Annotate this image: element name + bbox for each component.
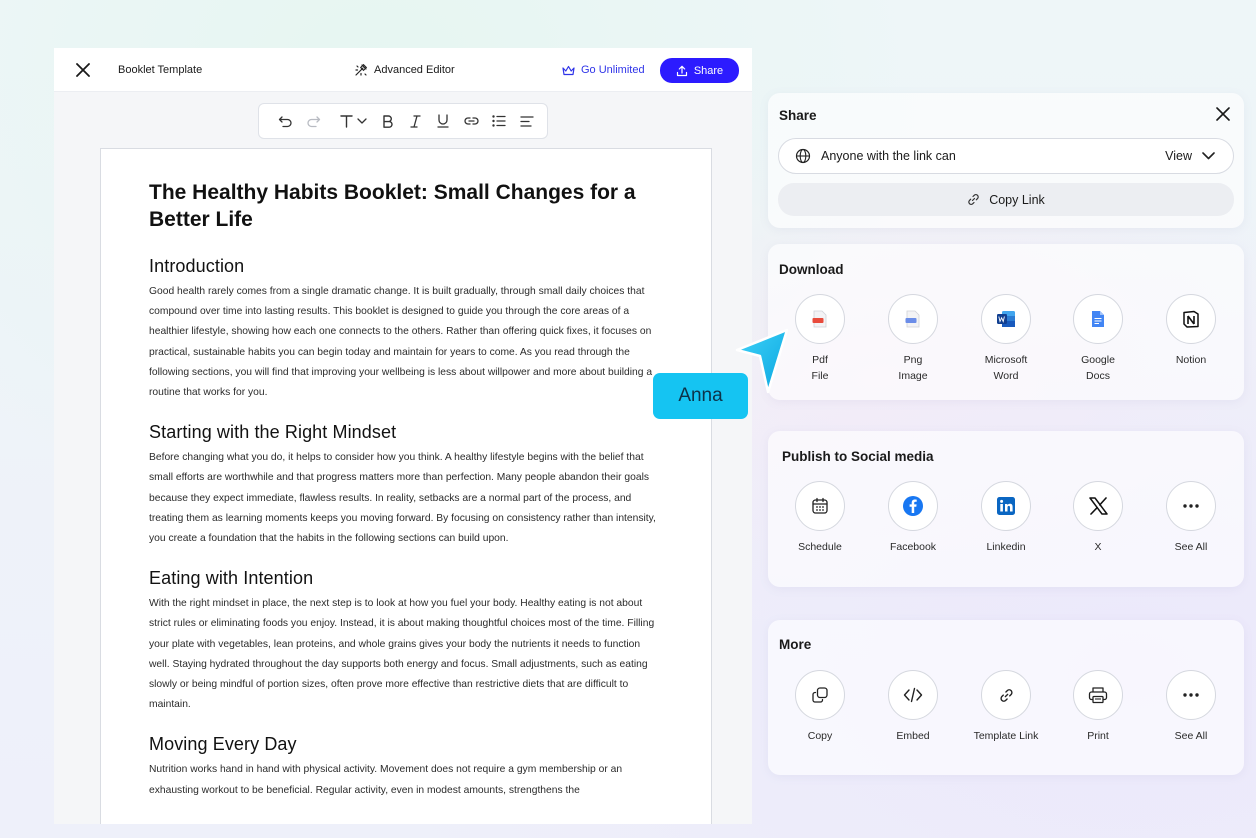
more-see-all-label: See All: [1174, 730, 1208, 742]
x-icon: [1088, 497, 1108, 515]
facebook-icon: [903, 496, 923, 516]
bullet-list-icon[interactable]: [485, 107, 513, 135]
document-title[interactable]: Booklet Template: [118, 64, 202, 76]
png-icon: [905, 310, 920, 328]
download-notion-label: Notion: [1175, 354, 1207, 366]
share-button[interactable]: Share: [660, 58, 739, 83]
section-body: Before changing what you do, it helps to…: [149, 452, 656, 545]
go-unlimited-label: Go Unlimited: [581, 64, 645, 76]
download-panel: Download Pdf File Png Image Microsoft Wo…: [768, 244, 1244, 400]
copy-icon: [812, 687, 828, 703]
close-icon[interactable]: [1216, 107, 1232, 123]
more-panel-title: More: [779, 637, 812, 652]
undo-icon[interactable]: [271, 107, 299, 135]
link-access-dropdown[interactable]: Anyone with the link can View: [778, 138, 1234, 174]
social-facebook[interactable]: Facebook: [863, 481, 963, 555]
social-x[interactable]: X: [1048, 481, 1148, 555]
download-panel-title: Download: [779, 262, 844, 277]
close-icon[interactable]: [74, 61, 92, 79]
notion-icon: [1183, 310, 1199, 328]
more-template-link-label: Template Link: [973, 730, 1039, 742]
download-png[interactable]: Png Image: [863, 294, 963, 384]
download-google-docs-label: Google Docs: [1081, 354, 1115, 382]
link-icon: [968, 194, 979, 205]
download-word[interactable]: Microsoft Word: [956, 294, 1056, 384]
download-google-docs[interactable]: Google Docs: [1048, 294, 1148, 384]
link-access-text: Anyone with the link can: [821, 149, 956, 163]
editor-window: Booklet Template Advanced Editor Go Unli…: [54, 48, 752, 824]
format-toolbar: [258, 103, 548, 139]
more-copy-label: Copy: [807, 730, 833, 742]
download-word-label: Microsoft Word: [984, 354, 1028, 382]
share-button-label: Share: [693, 64, 724, 77]
embed-icon: [903, 687, 923, 703]
more-print-label: Print: [1087, 730, 1109, 742]
download-notion[interactable]: Notion: [1141, 294, 1241, 368]
more-icon: [1183, 693, 1199, 697]
social-panel-title: Publish to Social media: [782, 449, 934, 464]
link-icon: [999, 688, 1013, 702]
google-docs-icon: [1092, 311, 1104, 327]
social-schedule-label: Schedule: [798, 541, 842, 553]
more-template-link[interactable]: Template Link: [956, 670, 1056, 744]
bold-icon[interactable]: [373, 107, 401, 135]
more-embed[interactable]: Embed: [863, 670, 963, 744]
advanced-editor-button[interactable]: Advanced Editor: [354, 48, 455, 92]
share-panel-title: Share: [779, 108, 817, 123]
social-x-label: X: [1094, 541, 1102, 553]
globe-icon: [795, 148, 811, 164]
more-icon: [1183, 504, 1199, 508]
section-body: Nutrition works hand in hand with physic…: [149, 764, 623, 796]
more-print[interactable]: Print: [1048, 670, 1148, 744]
link-icon[interactable]: [457, 107, 485, 135]
section-heading: Starting with the Right Mindset: [149, 422, 397, 443]
social-linkedin-label: Linkedin: [986, 541, 1026, 553]
print-icon: [1088, 687, 1108, 704]
chevron-down-icon: [1202, 152, 1215, 160]
download-png-label: Png Image: [898, 354, 928, 382]
align-left-icon[interactable]: [513, 107, 541, 135]
pdf-icon: [812, 310, 827, 328]
more-see-all[interactable]: See All: [1141, 670, 1241, 744]
section-body: With the right mindset in place, the nex…: [149, 598, 655, 711]
link-access-value: View: [1165, 149, 1192, 163]
redo-icon[interactable]: [299, 107, 327, 135]
document-page[interactable]: The Healthy Habits Booklet: Small Change…: [100, 148, 712, 824]
word-icon: [997, 311, 1015, 327]
social-see-all[interactable]: See All: [1141, 481, 1241, 555]
section-heading: Introduction: [149, 256, 245, 276]
section-body: Good health rarely comes from a single d…: [149, 286, 653, 399]
wand-icon: [355, 63, 368, 76]
copy-link-button[interactable]: Copy Link: [778, 183, 1234, 216]
more-embed-label: Embed: [896, 730, 930, 742]
social-see-all-label: See All: [1174, 541, 1208, 553]
social-facebook-label: Facebook: [889, 541, 937, 553]
upload-icon: [676, 65, 687, 76]
linkedin-icon: [997, 497, 1015, 515]
social-panel: Publish to Social media Schedule Faceboo: [768, 431, 1244, 587]
social-linkedin[interactable]: Linkedin: [956, 481, 1056, 555]
social-schedule[interactable]: Schedule: [770, 481, 870, 555]
crown-icon: [562, 65, 575, 75]
copy-link-label: Copy Link: [989, 192, 1045, 207]
italic-icon[interactable]: [401, 107, 429, 135]
advanced-editor-label: Advanced Editor: [374, 64, 455, 76]
share-panel: Share Anyone with the link can View Copy…: [768, 93, 1244, 228]
editor-topbar: Booklet Template Advanced Editor Go Unli…: [54, 48, 752, 92]
go-unlimited-button[interactable]: Go Unlimited: [562, 48, 645, 92]
collaborator-name-tag: Anna: [653, 373, 748, 419]
document-title-heading: The Healthy Habits Booklet: Small Change…: [149, 181, 636, 231]
underline-icon[interactable]: [429, 107, 457, 135]
more-copy[interactable]: Copy: [770, 670, 870, 744]
text-size-dropdown[interactable]: [337, 107, 373, 135]
calendar-icon: [812, 497, 828, 514]
section-heading: Moving Every Day: [149, 734, 297, 755]
section-heading: Eating with Intention: [149, 568, 314, 589]
more-panel: More Copy Embed Template Link Print See …: [768, 620, 1244, 775]
